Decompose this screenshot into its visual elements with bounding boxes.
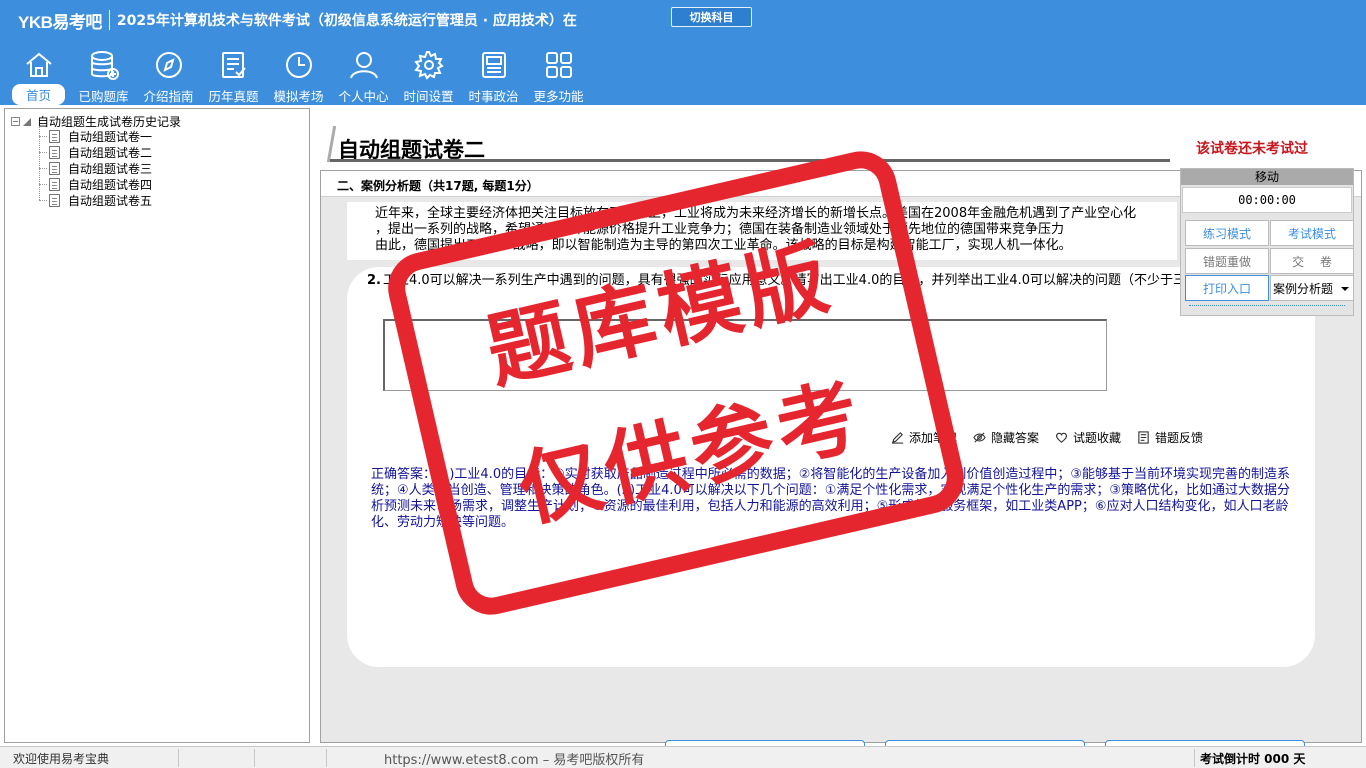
document-icon [49, 178, 60, 191]
tree-item[interactable]: 自动组题试卷一 [39, 128, 152, 145]
pencil-icon [891, 432, 904, 444]
nav-label: 时事政治 [468, 89, 519, 104]
nav-guide[interactable]: 介绍指南 [136, 46, 201, 104]
nav-label: 首页 [11, 84, 65, 105]
database-icon [90, 51, 119, 80]
title-underline [330, 159, 1170, 162]
nav-label: 已购题库 [78, 89, 129, 104]
app-logo: YKB易考吧 [18, 12, 102, 32]
question-type-select[interactable]: 案例分析题 [1270, 275, 1354, 301]
copyright-text: https://www.etest8.com – 易考吧版权所有 [384, 753, 645, 768]
title-divider [108, 10, 110, 30]
compass-icon [155, 52, 182, 78]
tree-item[interactable]: 自动组题试卷五 [39, 192, 152, 209]
material-line: ，提出一系列的战略，希望通过下降能源价格提升工业竞争力；德国在装备制造业领域处于… [375, 222, 1065, 237]
nav-label: 介绍指南 [143, 89, 194, 104]
document-icon [49, 194, 60, 207]
checklist-icon [221, 52, 246, 78]
practice-mode-button[interactable]: 练习模式 [1185, 220, 1269, 246]
paper-status: 该试卷还未考试过 [1196, 141, 1308, 157]
section-title: 二、案例分析题（共17题, 每题1分） [337, 179, 539, 193]
nav-home[interactable]: 首页 [6, 46, 71, 105]
hide-answer-button[interactable]: 隐藏答案 [973, 429, 1039, 446]
folder-icon [23, 117, 31, 126]
nav-time-settings[interactable]: 时间设置 [396, 46, 461, 104]
nav-mock-exam[interactable]: 模拟考场 [266, 46, 331, 104]
history-tree-panel: − 自动组题生成试卷历史记录 自动组题试卷一 自动组题试卷二 自动组题试卷三 自… [4, 108, 310, 743]
exam-countdown: 考试倒计时 000 天 [1200, 752, 1306, 766]
hand-in-button[interactable]: 交 卷 [1270, 248, 1354, 274]
nav-personal-center[interactable]: 个人中心 [331, 46, 396, 104]
question-card: 2. 工业4.0可以解决一系列生产中遇到的问题，具有很强的实际应用意义。请写出工… [347, 267, 1315, 667]
nav-current-affairs[interactable]: 时事政治 [461, 46, 526, 104]
move-handle[interactable]: 移动 [1181, 169, 1353, 185]
case-material[interactable]: 近年来，全球主要经济体把关注目标放在了工业上，工业将成为未来经济增长的新增长点。… [347, 202, 1177, 260]
nav-more[interactable]: 更多功能 [526, 46, 591, 104]
nav-label: 更多功能 [533, 89, 584, 104]
report-icon [1138, 431, 1149, 444]
collapse-icon[interactable]: − [11, 117, 20, 126]
switch-subject-button[interactable]: 切换科目 [671, 7, 752, 27]
document-icon [49, 146, 60, 159]
user-icon [349, 52, 378, 79]
app-header: YKB易考吧 2025年计算机技术与软件考试（初级信息系统运行管理员 · 应用技… [0, 0, 1366, 105]
news-icon [481, 52, 506, 78]
welcome-text: 欢迎使用易考宝典 [13, 752, 110, 766]
title-bar: YKB易考吧 2025年计算机技术与软件考试（初级信息系统运行管理员 · 应用技… [18, 9, 577, 32]
app-title: 2025年计算机技术与软件考试（初级信息系统运行管理员 · 应用技术）在 [116, 13, 577, 29]
feedback-button[interactable]: 错题反馈 [1137, 429, 1203, 446]
nav-purchased[interactable]: 已购题库 [71, 46, 136, 104]
redo-wrong-button[interactable]: 错题重做 [1185, 248, 1269, 274]
eye-off-icon [973, 432, 986, 443]
heart-icon [1056, 432, 1068, 443]
nav-label: 个人中心 [338, 89, 389, 104]
question-number: 2. [367, 273, 381, 288]
material-line: 近年来，全球主要经济体把关注目标放在了工业上，工业将成为未来经济增长的新增长点。… [375, 206, 1137, 221]
nav-label: 模拟考场 [273, 89, 324, 104]
status-bar: 欢迎使用易考宝典 https://www.etest8.com – 易考吧版权所… [0, 746, 1366, 768]
add-note-button[interactable]: 添加笔记 [891, 429, 957, 446]
print-button[interactable]: 打印入口 [1185, 275, 1269, 301]
clock-icon [285, 52, 312, 78]
question-text: 工业4.0可以解决一系列生产中遇到的问题，具有很强的实际应用意义。请写出工业4.… [383, 273, 1219, 288]
exam-mode-button[interactable]: 考试模式 [1270, 220, 1354, 246]
panel-scroll-indicator [1189, 305, 1345, 311]
nav-label: 历年真题 [208, 89, 259, 104]
exam-control-panel: 移动 00:00:00 练习模式 考试模式 错题重做 交 卷 打印入口 案例分析… [1180, 168, 1354, 316]
gear-icon [413, 51, 444, 80]
answer-input[interactable] [383, 319, 1107, 391]
paper-title-area: 自动组题试卷二 [326, 126, 1170, 162]
home-icon [25, 52, 52, 77]
chevron-down-icon [1341, 287, 1349, 291]
tree-item[interactable]: 自动组题试卷四 [39, 176, 152, 193]
material-line: 由此，德国提出工业4.0战略，即以智能制造为主导的第四次工业革命。该战略的目标是… [375, 238, 1072, 253]
correct-answer: 正确答案：(1)工业4.0的目标：①实时获取产品制造过程中所必需的数据；②将智能… [371, 467, 1291, 530]
document-icon [49, 130, 60, 143]
question-actions: 添加笔记 隐藏答案 试题收藏 错题反馈 [891, 429, 1219, 446]
main-nav: 首页 已购题库 介绍指南 历年真题 模拟考场 个人中心 时间设置 时事政治 更多… [6, 46, 591, 105]
nav-past-papers[interactable]: 历年真题 [201, 46, 266, 104]
grid-icon [545, 52, 572, 78]
nav-label: 时间设置 [403, 89, 454, 104]
exam-timer: 00:00:00 [1182, 187, 1352, 213]
tree-item[interactable]: 自动组题试卷三 [39, 160, 152, 177]
tree-item[interactable]: 自动组题试卷二 [39, 144, 152, 161]
document-icon [49, 162, 60, 175]
favorite-button[interactable]: 试题收藏 [1055, 429, 1121, 446]
